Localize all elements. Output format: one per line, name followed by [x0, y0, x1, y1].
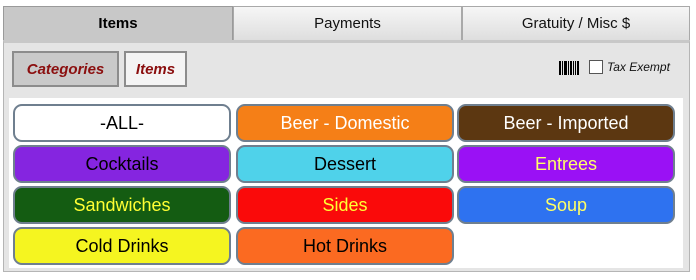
category-hot-drinks-button[interactable]: Hot Drinks: [236, 227, 454, 265]
category-cocktails-button[interactable]: Cocktails: [13, 145, 231, 183]
category-dessert-button[interactable]: Dessert: [236, 145, 454, 183]
tax-exempt-label: Tax Exempt: [607, 60, 670, 74]
items-button[interactable]: Items: [124, 51, 187, 87]
items-panel: Categories Items Tax Exempt -ALL- Beer -…: [3, 40, 690, 272]
tax-exempt-checkbox[interactable]: [589, 60, 603, 74]
tab-gratuity-misc[interactable]: Gratuity / Misc $: [462, 6, 690, 40]
category-cold-drinks-button[interactable]: Cold Drinks: [13, 227, 231, 265]
tab-payments[interactable]: Payments: [233, 6, 462, 40]
category-sides-button[interactable]: Sides: [236, 186, 454, 224]
category-soup-button[interactable]: Soup: [457, 186, 675, 224]
tab-bar: Items Payments Gratuity / Misc $: [3, 6, 690, 40]
category-grid: -ALL- Beer - Domestic Beer - Imported Co…: [9, 98, 683, 268]
tab-items[interactable]: Items: [3, 6, 233, 40]
category-beer-imported-button[interactable]: Beer - Imported: [457, 104, 675, 142]
category-entrees-button[interactable]: Entrees: [457, 145, 675, 183]
categories-button[interactable]: Categories: [12, 51, 119, 87]
category-all-button[interactable]: -ALL-: [13, 104, 231, 142]
category-beer-domestic-button[interactable]: Beer - Domestic: [236, 104, 454, 142]
tax-exempt-control[interactable]: Tax Exempt: [589, 60, 670, 74]
order-panel: Items Payments Gratuity / Misc $ Categor…: [3, 6, 690, 272]
category-sandwiches-button[interactable]: Sandwiches: [13, 186, 231, 224]
barcode-icon[interactable]: [559, 61, 579, 75]
